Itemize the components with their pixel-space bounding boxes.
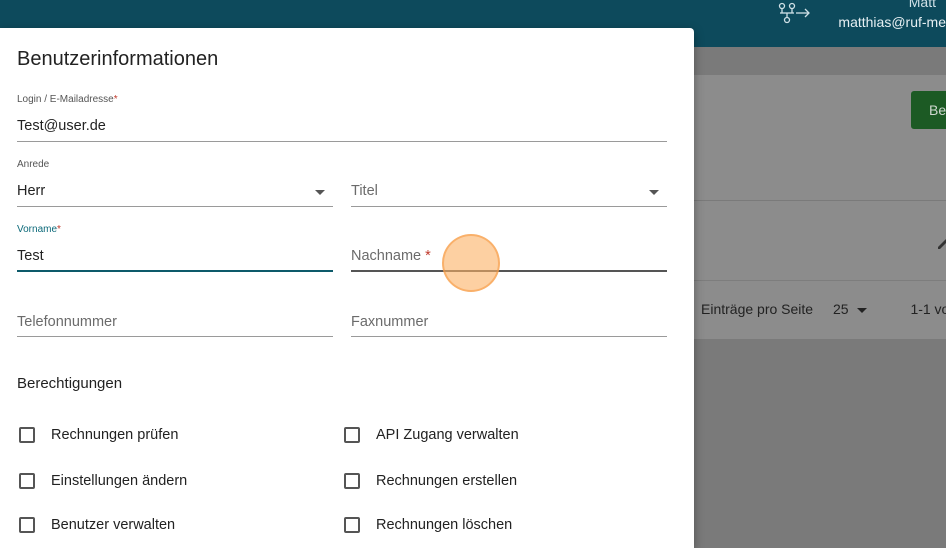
checkbox[interactable] bbox=[19, 517, 35, 533]
login-email-field[interactable]: Login / E-Mailadresse* Test@user.de bbox=[17, 94, 667, 142]
permission-checkbox-manage-users[interactable]: Benutzer verwalten bbox=[19, 514, 175, 536]
checkbox[interactable] bbox=[344, 427, 360, 443]
field-underline bbox=[17, 336, 333, 337]
checkbox-label: Benutzer verwalten bbox=[51, 517, 176, 533]
checkbox[interactable] bbox=[344, 473, 360, 489]
last-name-placeholder: Nachname * bbox=[351, 248, 431, 264]
background-primary-button[interactable]: Be bbox=[911, 91, 946, 129]
permission-checkbox-manage-api[interactable]: API Zugang verwalten bbox=[344, 424, 519, 446]
page-size-select[interactable]: 25 bbox=[833, 301, 867, 317]
background-card bbox=[694, 75, 946, 200]
divider bbox=[694, 280, 946, 281]
first-name-value: Test bbox=[17, 248, 44, 264]
user-email: matthias@ruf-me bbox=[838, 14, 946, 30]
field-underline bbox=[351, 270, 667, 272]
checkbox-label: Einstellungen ändern bbox=[51, 473, 188, 489]
click-indicator bbox=[442, 234, 500, 292]
chevron-down-icon bbox=[315, 190, 325, 195]
permissions-title: Berechtigungen bbox=[17, 375, 123, 392]
last-name-field[interactable]: Nachname * bbox=[351, 224, 667, 272]
field-underline bbox=[351, 206, 667, 207]
permission-checkbox-delete-invoices[interactable]: Rechnungen löschen bbox=[344, 514, 512, 536]
field-underline bbox=[17, 141, 667, 142]
checkbox[interactable] bbox=[344, 517, 360, 533]
login-email-label: Login / E-Mailadresse* bbox=[17, 94, 118, 105]
paginator-label: Einträge pro Seite bbox=[701, 301, 814, 317]
first-name-field[interactable]: Vorname* Test bbox=[17, 224, 333, 272]
user-info-dialog: Benutzerinformationen Login / E-Mailadre… bbox=[0, 28, 694, 548]
background-table-card bbox=[694, 201, 946, 339]
checkbox-label: Rechnungen löschen bbox=[376, 517, 513, 533]
paginator: Einträge pro Seite 25 1-1 vo bbox=[701, 301, 946, 317]
login-email-value: Test@user.de bbox=[17, 118, 106, 134]
checkbox-label: Rechnungen prüfen bbox=[51, 427, 179, 443]
chevron-down-icon bbox=[856, 307, 867, 313]
phone-field[interactable]: Telefonnummer bbox=[17, 289, 333, 337]
phone-placeholder: Telefonnummer bbox=[17, 314, 117, 330]
dialog-title: Benutzerinformationen bbox=[17, 48, 219, 70]
permission-checkbox-review-invoices[interactable]: Rechnungen prüfen bbox=[19, 424, 178, 446]
title-select[interactable]: Titel bbox=[351, 159, 667, 207]
title-placeholder: Titel bbox=[351, 183, 378, 199]
paginator-range: 1-1 vo bbox=[910, 301, 946, 317]
chevron-down-icon bbox=[649, 190, 659, 195]
checkbox[interactable] bbox=[19, 473, 35, 489]
first-name-label: Vorname* bbox=[17, 224, 61, 235]
field-underline bbox=[17, 270, 333, 272]
salutation-select[interactable]: Anrede Herr bbox=[17, 159, 333, 207]
edit-icon[interactable] bbox=[936, 237, 946, 251]
salutation-label: Anrede bbox=[17, 159, 50, 170]
salutation-value: Herr bbox=[17, 183, 46, 199]
permission-checkbox-create-invoices[interactable]: Rechnungen erstellen bbox=[344, 470, 517, 492]
org-chart-icon[interactable] bbox=[776, 0, 812, 26]
page-size-value: 25 bbox=[832, 301, 849, 317]
field-underline bbox=[351, 336, 667, 337]
checkbox-label: Rechnungen erstellen bbox=[376, 473, 518, 489]
permission-checkbox-change-settings[interactable]: Einstellungen ändern bbox=[19, 470, 187, 492]
fax-placeholder: Faxnummer bbox=[351, 314, 429, 330]
checkbox-label: API Zugang verwalten bbox=[376, 427, 519, 443]
field-underline bbox=[17, 206, 333, 207]
checkbox[interactable] bbox=[19, 427, 35, 443]
fax-field[interactable]: Faxnummer bbox=[351, 289, 667, 337]
user-name: Matt bbox=[908, 0, 936, 10]
